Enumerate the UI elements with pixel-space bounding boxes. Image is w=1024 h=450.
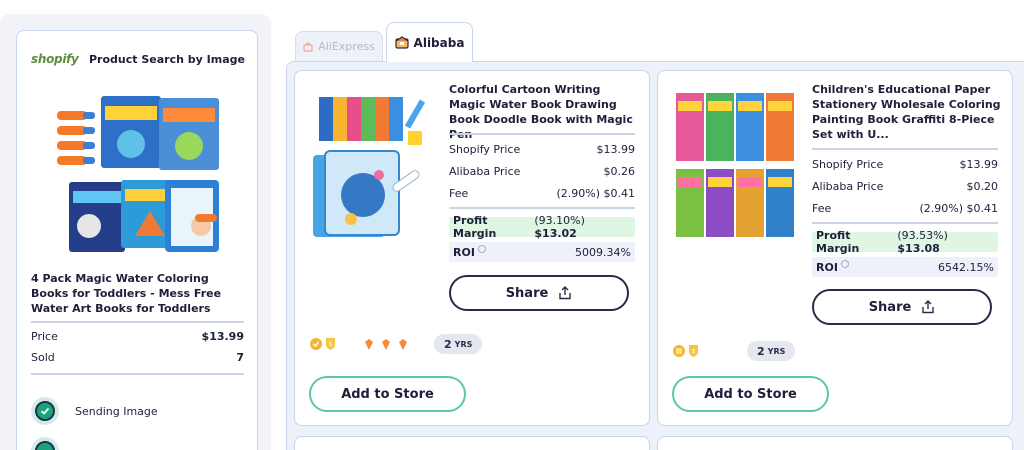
- years-unit: YRS: [767, 346, 786, 356]
- step-label: Sending Image: [75, 404, 158, 418]
- shopify-logo: shopify: [31, 52, 79, 66]
- pen-icon: [57, 111, 95, 165]
- diamond-rating-icon: [363, 337, 413, 356]
- fee-percent: (2.90%): [919, 202, 963, 215]
- fee-percent: (2.90%): [556, 187, 600, 200]
- alibaba-price-row: Alibaba Price $0.26: [449, 165, 635, 178]
- profit-margin-label: Profit Margin: [816, 229, 860, 255]
- fee-row: Fee (2.90%) $0.41: [449, 187, 635, 200]
- share-button[interactable]: Share: [449, 275, 629, 311]
- sold-row: Sold 7: [31, 351, 244, 364]
- left-header: shopify Product Search by Image: [31, 52, 246, 66]
- result-card: Children's Educational Paper Stationery …: [657, 70, 1013, 426]
- divider: [812, 148, 998, 150]
- tab-label: AliExpress: [318, 40, 375, 53]
- roi-label: ROI: [816, 260, 838, 274]
- profit-margin-value: $13.02: [534, 227, 577, 240]
- shopify-price-row: Shopify Price $13.99: [449, 143, 635, 156]
- years-value: 2: [444, 337, 452, 351]
- divider: [449, 133, 635, 135]
- roi-row: ROI 5009.34%: [449, 242, 635, 262]
- profit-margin-value: $13.08: [897, 242, 940, 255]
- shopify-price-value: $13.99: [959, 158, 999, 171]
- tab-alibaba[interactable]: Alibaba: [386, 22, 473, 62]
- verified-badge-icon: $: [309, 336, 339, 356]
- check-circle-icon: [31, 397, 59, 425]
- svg-text:$: $: [329, 341, 333, 348]
- svg-text:$: $: [692, 348, 696, 355]
- verified-badge-icon: $: [672, 343, 702, 363]
- price-value: $13.99: [201, 330, 244, 343]
- shopify-price-row: Shopify Price $13.99: [812, 158, 998, 171]
- result-card: Colorful Cartoon Writing Magic Water Boo…: [294, 70, 650, 426]
- divider: [449, 207, 635, 209]
- share-label: Share: [505, 285, 549, 301]
- left-title: Product Search by Image: [89, 52, 245, 66]
- price-label: Price: [31, 330, 58, 343]
- step-sending-image: Sending Image: [31, 397, 158, 425]
- alibaba-price-value: $0.26: [603, 165, 636, 178]
- add-to-store-button[interactable]: Add to Store: [672, 376, 829, 412]
- tab-aliexpress[interactable]: AliExpress: [295, 31, 383, 61]
- share-icon: [921, 300, 935, 314]
- info-icon[interactable]: [840, 260, 849, 268]
- roi-label: ROI: [453, 245, 475, 259]
- source-product-name: 4 Pack Magic Water Coloring Books for To…: [31, 272, 222, 315]
- roi-row: ROI 6542.15%: [812, 257, 998, 277]
- supplier-years-badge: 2 YRS: [747, 341, 796, 361]
- share-button[interactable]: Share: [812, 289, 992, 325]
- divider: [31, 321, 244, 323]
- alibaba-price-label: Alibaba Price: [449, 165, 521, 178]
- divider: [812, 222, 998, 224]
- fee-value: $0.41: [603, 187, 636, 200]
- add-to-store-label: Add to Store: [341, 386, 434, 402]
- result-card: [657, 436, 1013, 450]
- years-unit: YRS: [454, 339, 473, 349]
- years-value: 2: [757, 344, 765, 358]
- alibaba-price-row: Alibaba Price $0.20: [812, 180, 998, 193]
- profit-margin-row: Profit Margin (93.10%) $13.02: [449, 214, 635, 240]
- supplier-badges: $: [309, 336, 413, 356]
- fee-label: Fee: [812, 202, 832, 215]
- alibaba-price-value: $0.20: [966, 180, 999, 193]
- sold-label: Sold: [31, 351, 55, 364]
- search-source-card: shopify Product Search by Image 4 Pack M…: [16, 30, 258, 450]
- fee-label: Fee: [449, 187, 469, 200]
- result-product-image: [674, 91, 796, 239]
- share-icon: [558, 286, 572, 300]
- shopify-price-value: $13.99: [596, 143, 636, 156]
- divider: [31, 373, 244, 375]
- fee-row: Fee (2.90%) $0.41: [812, 202, 998, 215]
- result-product-image: [311, 91, 431, 241]
- aliexpress-icon: [303, 42, 313, 52]
- profit-margin-percent: (93.10%): [534, 214, 585, 227]
- step-next: [31, 437, 59, 450]
- add-to-store-label: Add to Store: [704, 386, 797, 402]
- add-to-store-button[interactable]: Add to Store: [309, 376, 466, 412]
- roi-value: 5009.34%: [575, 245, 631, 259]
- price-row: Price $13.99: [31, 330, 244, 343]
- result-title[interactable]: Children's Educational Paper Stationery …: [812, 82, 1002, 142]
- info-icon[interactable]: [477, 245, 486, 253]
- supplier-years-badge: 2 YRS: [434, 334, 483, 354]
- alibaba-price-label: Alibaba Price: [812, 180, 884, 193]
- tab-label: Alibaba: [413, 35, 465, 50]
- shopify-price-label: Shopify Price: [812, 158, 884, 171]
- share-label: Share: [868, 299, 912, 315]
- profit-margin-label: Profit Margin: [453, 214, 497, 240]
- shopify-price-label: Shopify Price: [449, 143, 521, 156]
- fee-value: $0.41: [966, 202, 999, 215]
- check-circle-icon: [31, 437, 59, 450]
- sold-value: 7: [236, 351, 244, 364]
- alibaba-icon: [394, 36, 409, 49]
- profit-margin-percent: (93.53%): [897, 229, 948, 242]
- supplier-badges: $: [672, 343, 702, 363]
- roi-value: 6542.15%: [938, 260, 994, 274]
- source-product-image: [55, 96, 221, 256]
- result-card: [294, 436, 650, 450]
- profit-margin-row: Profit Margin (93.53%) $13.08: [812, 229, 998, 255]
